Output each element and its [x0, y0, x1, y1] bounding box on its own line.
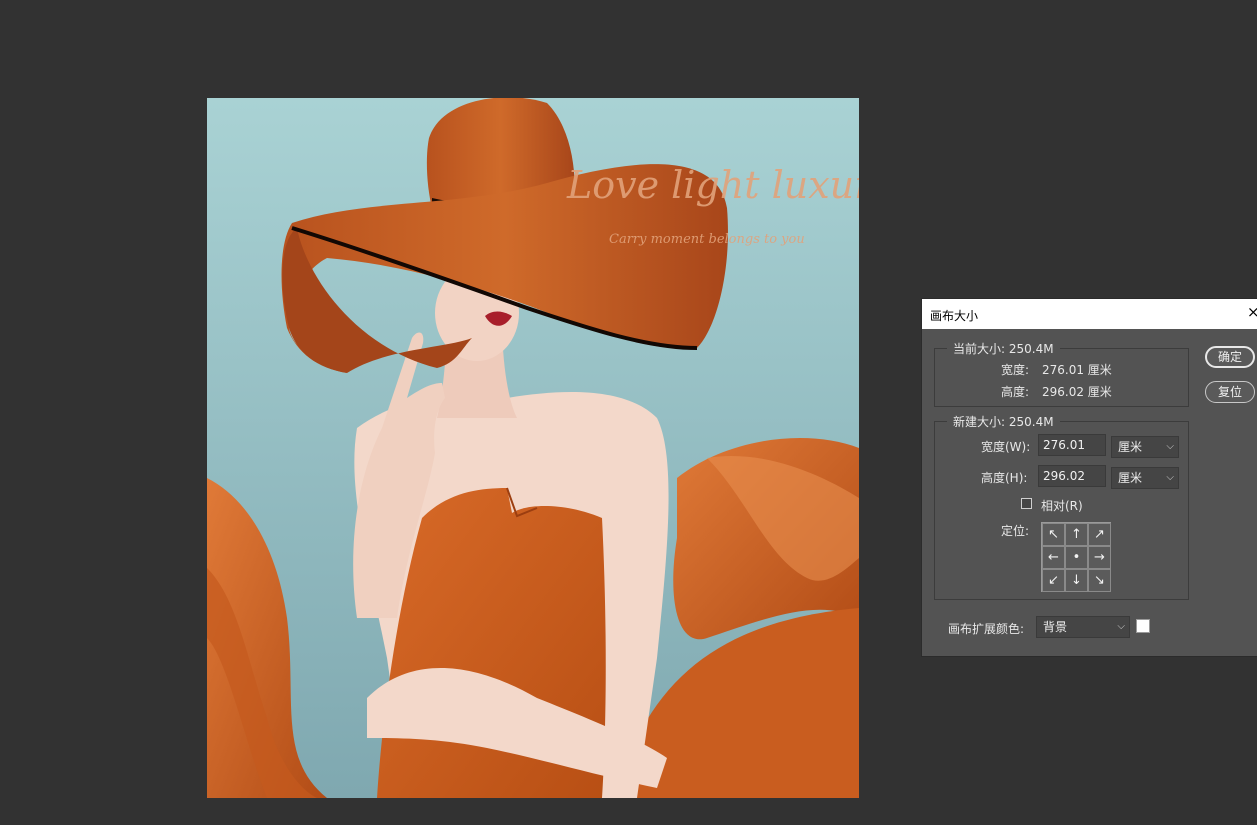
extension-color-select[interactable]: 背景 ⌵ — [1036, 616, 1130, 638]
extension-color-value: 背景 — [1043, 620, 1068, 634]
canvas-size-dialog: 画布大小 × 当前大小: 250.4M 宽度: 276.01 厘米 高度: 29… — [921, 298, 1257, 657]
extension-color-swatch[interactable] — [1136, 619, 1150, 633]
anchor-left-icon[interactable]: ← — [1042, 546, 1065, 569]
anchor-bottom-icon[interactable]: ↓ — [1065, 569, 1088, 592]
height-unit-select[interactable]: 厘米 ⌵ — [1111, 467, 1179, 489]
dialog-title: 画布大小 — [930, 309, 979, 323]
anchor-top-left-icon[interactable]: ↖ — [1042, 523, 1065, 546]
width-unit-select[interactable]: 厘米 ⌵ — [1111, 436, 1179, 458]
ok-button[interactable]: 确定 — [1205, 346, 1255, 368]
anchor-bottom-left-icon[interactable]: ↙ — [1042, 569, 1065, 592]
close-icon[interactable]: × — [1247, 305, 1257, 320]
poster-artwork: Love light luxury Carry moment belongs t… — [207, 98, 859, 798]
artwork-subtitle: Carry moment belongs to you — [609, 232, 805, 247]
anchor-grid[interactable]: ↖ ↑ ↗ ← • → ↙ ↓ ↘ — [1041, 522, 1111, 592]
anchor-label: 定位: — [1001, 524, 1030, 538]
dialog-titlebar[interactable]: 画布大小 × — [922, 299, 1257, 329]
anchor-center-icon[interactable]: • — [1065, 546, 1088, 569]
new-size-header: 新建大小: 250.4M — [947, 413, 1060, 430]
new-size-group: 新建大小: 250.4M 宽度(W): 276.01 厘米 ⌵ 高度(H): 2… — [934, 413, 1189, 600]
current-height-value: 296.02 厘米 — [1042, 385, 1112, 399]
relative-checkbox[interactable] — [1021, 498, 1032, 509]
current-size-header: 当前大小: 250.4M — [947, 340, 1060, 357]
current-width-label: 宽度: — [1001, 363, 1030, 377]
document-canvas[interactable]: Love light luxury Carry moment belongs t… — [207, 98, 859, 798]
chevron-down-icon: ⌵ — [1166, 472, 1174, 483]
extension-color-label: 画布扩展颜色: — [948, 622, 1025, 636]
anchor-top-right-icon[interactable]: ↗ — [1088, 523, 1111, 546]
anchor-bottom-right-icon[interactable]: ↘ — [1088, 569, 1111, 592]
current-size-group: 当前大小: 250.4M 宽度: 276.01 厘米 高度: 296.02 厘米 — [934, 340, 1189, 407]
reset-button[interactable]: 复位 — [1205, 381, 1255, 403]
height-unit-value: 厘米 — [1118, 471, 1143, 485]
chevron-down-icon: ⌵ — [1166, 441, 1174, 452]
width-unit-value: 厘米 — [1118, 440, 1143, 454]
new-height-label: 高度(H): — [981, 471, 1028, 485]
new-width-label: 宽度(W): — [981, 440, 1031, 454]
new-height-input[interactable]: 296.02 — [1038, 465, 1106, 487]
new-width-input[interactable]: 276.01 — [1038, 434, 1106, 456]
chevron-down-icon: ⌵ — [1117, 621, 1125, 632]
artwork-title: Love light luxury — [566, 163, 859, 207]
anchor-right-icon[interactable]: → — [1088, 546, 1111, 569]
current-height-label: 高度: — [1001, 385, 1030, 399]
anchor-top-icon[interactable]: ↑ — [1065, 523, 1088, 546]
current-width-value: 276.01 厘米 — [1042, 363, 1112, 377]
relative-label[interactable]: 相对(R) — [1041, 497, 1083, 514]
